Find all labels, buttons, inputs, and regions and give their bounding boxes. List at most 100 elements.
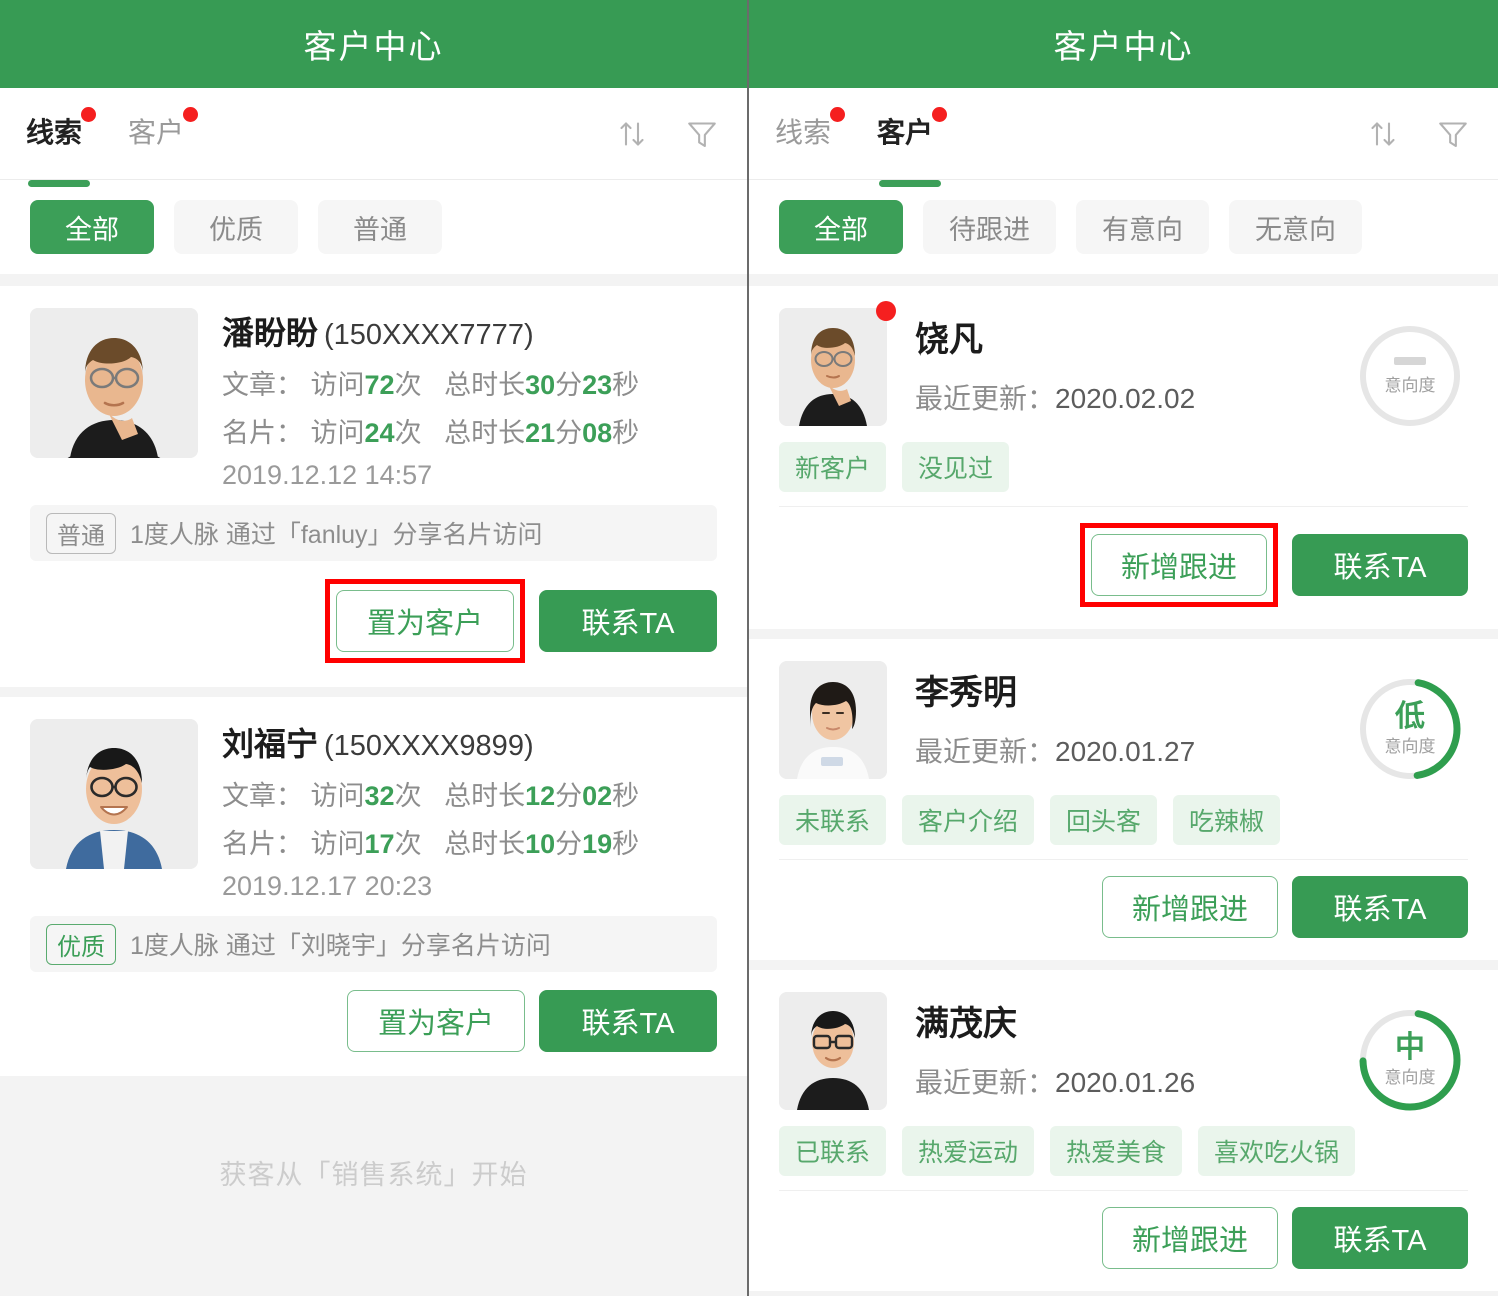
filter-icon[interactable]: [1434, 114, 1472, 154]
tab-customers[interactable]: 客户: [128, 106, 199, 157]
tab-customers-badge-dot: [932, 106, 948, 122]
lead-card-top: 刘福宁 (150XXXX9899) 文章： 访问32次 总时长12分02秒 名片…: [30, 719, 717, 902]
intent-gauge-label: 意向度: [1384, 1068, 1436, 1088]
card-visits: 17: [364, 829, 395, 859]
customer-card[interactable]: 意向度 饶凡 最近更新：2020.02.02 新客户 没见过 新增跟进 联系TA: [749, 286, 1498, 629]
customer-actions: 新增跟进 联系TA: [779, 859, 1468, 960]
tab-leads-label: 线索: [775, 116, 832, 148]
tab-leads-label: 线索: [26, 116, 83, 148]
highlight-box: 置为客户: [325, 579, 525, 663]
left-tabbar-icons: [613, 114, 721, 154]
tab-customers-badge-dot: [183, 106, 199, 122]
lead-name: 刘福宁: [222, 726, 319, 762]
lead-meta-bar: 优质 1度人脉 通过「刘晓宇」分享名片访问: [30, 916, 717, 972]
article-label: 文章：: [222, 781, 303, 811]
article-visits: 72: [364, 370, 395, 400]
dual-phone-screenshot: 客户中心 线索 客户 全部 优质 普通 潘盼盼 (150XXXX7777) 文章…: [0, 0, 1500, 1296]
contact-button[interactable]: 联系TA: [539, 590, 717, 652]
lead-article-stats: 文章： 访问72次 总时长30分23秒: [222, 363, 717, 402]
article-duration-prefix: 总时长: [444, 370, 526, 400]
right-panel-customers: 客户中心 线索 客户 全部 待跟进 有意向 无意向 意向度 饶凡 最近更新：20…: [749, 0, 1498, 1296]
customer-tag: 热爱运动: [902, 1126, 1035, 1176]
chip-interested[interactable]: 有意向: [1076, 200, 1209, 254]
filter-icon[interactable]: [683, 114, 721, 154]
chip-to-follow[interactable]: 待跟进: [923, 200, 1056, 254]
set-as-customer-button[interactable]: 置为客户: [336, 590, 514, 652]
customer-card[interactable]: 中 意向度 满茂庆 最近更新：2020.01.26 已联系 热爱运动 热爱美食 …: [749, 970, 1498, 1291]
intent-gauge-center: 意向度: [1356, 322, 1464, 430]
tab-leads-badge-dot: [830, 106, 846, 122]
set-as-customer-button[interactable]: 置为客户: [347, 990, 525, 1052]
add-followup-button[interactable]: 新增跟进: [1102, 1207, 1278, 1269]
tab-leads-badge-dot: [81, 106, 97, 122]
card-minutes: 10: [525, 829, 556, 859]
lead-card[interactable]: 刘福宁 (150XXXX9899) 文章： 访问32次 总时长12分02秒 名片…: [0, 697, 747, 1076]
lead-timestamp: 2019.12.12 14:57: [222, 460, 433, 490]
quality-badge: 优质: [46, 923, 116, 965]
add-followup-button[interactable]: 新增跟进: [1102, 876, 1278, 938]
card-seconds-unit: 秒: [612, 418, 640, 448]
card-minutes-unit: 分: [555, 829, 583, 859]
card-visit-prefix: 访问: [310, 829, 365, 859]
article-minutes-unit: 分: [555, 781, 583, 811]
intent-gauge-value: 低: [1395, 699, 1425, 733]
lead-card[interactable]: 潘盼盼 (150XXXX7777) 文章： 访问72次 总时长30分23秒 名片…: [0, 286, 747, 687]
list-footer: 获客从「销售系统」开始: [0, 1076, 747, 1268]
lead-card-stats: 名片： 访问24次 总时长21分08秒: [222, 411, 717, 450]
intent-gauge: 意向度: [1356, 322, 1464, 430]
article-visit-prefix: 访问: [310, 370, 365, 400]
contact-button[interactable]: 联系TA: [1292, 876, 1468, 938]
contact-button[interactable]: 联系TA: [1292, 534, 1468, 596]
avatar-wrap: [779, 661, 887, 779]
contact-button[interactable]: 联系TA: [1292, 1207, 1468, 1269]
intent-gauge: 低 意向度: [1356, 675, 1464, 783]
lead-phone: (150XXXX9899): [324, 730, 534, 762]
article-visit-prefix: 访问: [310, 781, 365, 811]
lead-name-line: 刘福宁 (150XXXX9899): [222, 719, 717, 765]
chip-all[interactable]: 全部: [779, 200, 903, 254]
intent-gauge-center: 中 意向度: [1356, 1006, 1464, 1114]
tab-customers-label: 客户: [877, 116, 934, 148]
tab-customers-label: 客户: [128, 116, 185, 148]
chip-all[interactable]: 全部: [30, 200, 154, 254]
chip-normal[interactable]: 普通: [318, 200, 442, 254]
customer-actions: 新增跟进 联系TA: [779, 506, 1468, 629]
lead-source-text: 1度人脉 通过「刘晓宇」分享名片访问: [130, 932, 551, 960]
card-seconds-unit: 秒: [612, 829, 640, 859]
chip-premium[interactable]: 优质: [174, 200, 298, 254]
sort-icon[interactable]: [1364, 114, 1402, 154]
lead-meta-bar: 普通 1度人脉 通过「fanluy」分享名片访问: [30, 505, 717, 561]
lead-card-stats: 名片： 访问17次 总时长10分19秒: [222, 822, 717, 861]
article-minutes: 30: [525, 370, 556, 400]
article-minutes: 12: [525, 781, 556, 811]
lead-actions: 置为客户 联系TA: [30, 972, 717, 1076]
lead-timestamp: 2019.12.17 20:23: [222, 871, 433, 901]
lead-source-text: 1度人脉 通过「fanluy」分享名片访问: [130, 521, 543, 549]
right-filter-chips: 全部 待跟进 有意向 无意向: [749, 180, 1498, 274]
card-minutes-unit: 分: [555, 418, 583, 448]
article-seconds-unit: 秒: [612, 781, 640, 811]
card-divider: [749, 960, 1498, 970]
right-title-bar: 客户中心: [749, 0, 1498, 88]
tab-leads[interactable]: 线索: [775, 106, 846, 157]
footer-slogan: 获客从「销售系统」开始: [219, 1159, 528, 1190]
customer-tag: 回头客: [1050, 795, 1158, 845]
article-minutes-unit: 分: [555, 370, 583, 400]
contact-button[interactable]: 联系TA: [539, 990, 717, 1052]
sort-icon[interactable]: [613, 114, 651, 154]
tab-customers[interactable]: 客户: [877, 106, 948, 187]
tab-leads[interactable]: 线索: [26, 106, 97, 187]
lead-actions: 置为客户 联系TA: [30, 561, 717, 687]
card-duration-prefix: 总时长: [444, 418, 526, 448]
card-divider: [749, 629, 1498, 639]
quality-badge: 普通: [46, 512, 116, 554]
avatar-wrap: [779, 301, 896, 426]
avatar: [30, 719, 198, 869]
left-title-bar: 客户中心: [0, 0, 747, 88]
add-followup-button[interactable]: 新增跟进: [1091, 534, 1267, 596]
article-label: 文章：: [222, 370, 303, 400]
customer-card[interactable]: 低 意向度 李秀明 最近更新：2020.01.27 未联系 客户介绍 回头客 吃…: [749, 639, 1498, 960]
customer-updated-date: 2020.01.27: [1055, 736, 1196, 767]
chip-not-interested[interactable]: 无意向: [1229, 200, 1362, 254]
customer-updated-date: 2020.01.26: [1055, 1067, 1196, 1098]
